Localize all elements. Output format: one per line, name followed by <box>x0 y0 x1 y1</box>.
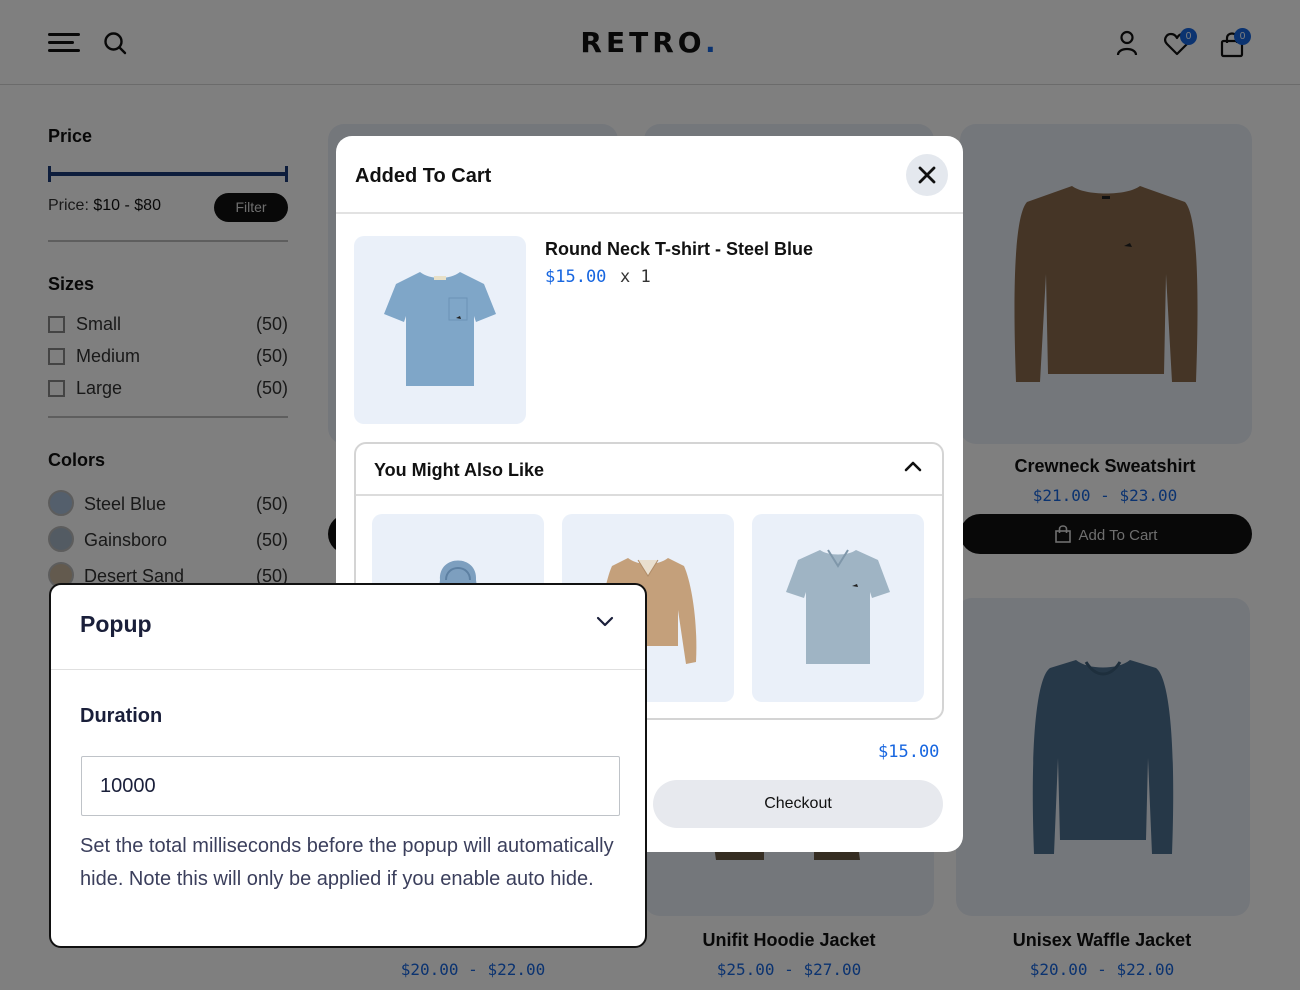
cart-item-name[interactable]: Round Neck T-shirt - Steel Blue <box>545 239 813 260</box>
close-icon <box>918 166 936 184</box>
checkout-button[interactable]: Checkout <box>653 780 943 828</box>
close-button[interactable] <box>906 154 948 196</box>
divider <box>356 494 942 496</box>
modal-title: Added To Cart <box>355 165 492 187</box>
chevron-up-icon[interactable] <box>904 460 922 472</box>
divider <box>336 212 963 214</box>
duration-input[interactable] <box>81 756 620 816</box>
cart-item-image <box>354 236 526 424</box>
also-like-title[interactable]: You Might Also Like <box>374 460 544 481</box>
cart-item-quantity: x 1 <box>620 267 651 287</box>
polo-shirt-image <box>786 549 890 664</box>
cart-total: $15.00 <box>878 742 940 762</box>
duration-label: Duration <box>80 705 163 727</box>
recommended-product[interactable] <box>752 514 924 702</box>
duration-help-text: Set the total milliseconds before the po… <box>80 835 614 890</box>
cart-item-price: $15.00 <box>545 267 607 287</box>
panel-title[interactable]: Popup <box>80 611 152 638</box>
chevron-down-icon[interactable] <box>596 616 614 628</box>
popup-settings-panel: Popup Duration Set the total millisecond… <box>49 583 647 948</box>
tshirt-image <box>384 272 496 386</box>
divider <box>51 669 645 670</box>
